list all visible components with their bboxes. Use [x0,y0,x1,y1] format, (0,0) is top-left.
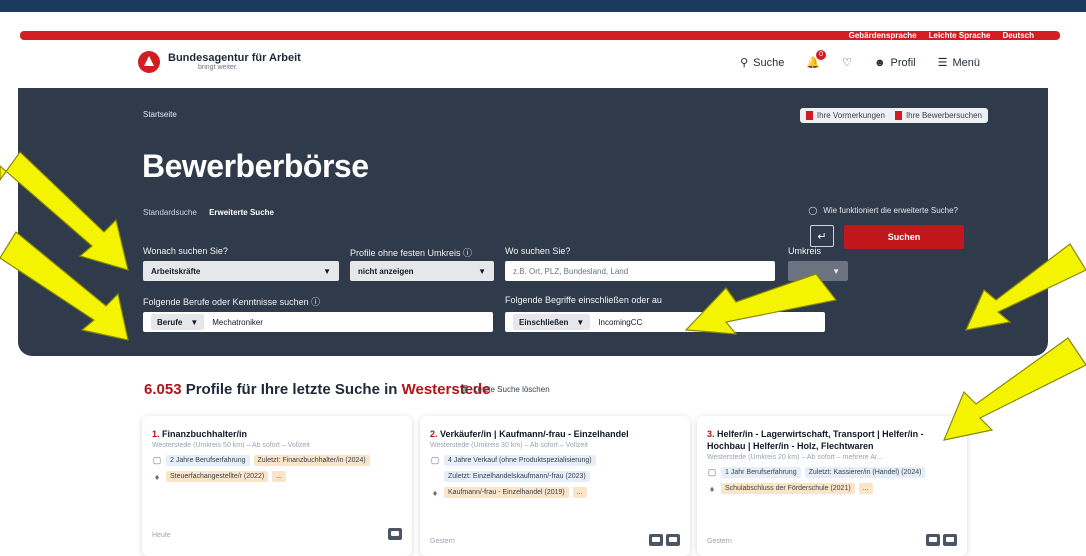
annotation-arrow [964,243,1086,331]
annotation-arrows [0,151,1086,441]
annotation-arrow [943,337,1086,441]
annotation-arrow [684,273,838,335]
